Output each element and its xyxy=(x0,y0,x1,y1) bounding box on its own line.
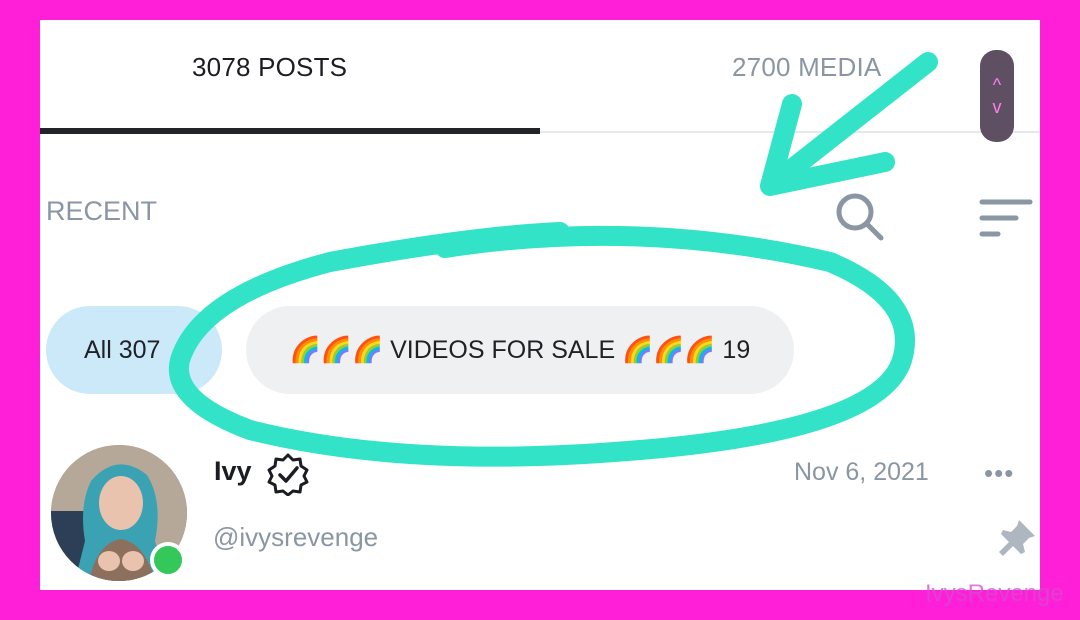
tab-media[interactable]: 2700 MEDIA xyxy=(732,52,881,83)
online-status-indicator xyxy=(150,542,186,578)
filter-chip-videos-for-sale-label: 🌈🌈🌈 VIDEOS FOR SALE 🌈🌈🌈 19 xyxy=(289,335,751,364)
watermark: IvysRevenge xyxy=(925,580,1064,607)
filter-chip-videos-for-sale[interactable]: 🌈🌈🌈 VIDEOS FOR SALE 🌈🌈🌈 19 xyxy=(246,306,794,394)
scrollbar-handle[interactable]: ^ v xyxy=(980,50,1014,142)
profile-feed-panel: 3078 POSTS 2700 MEDIA RECENT All 307 🌈🌈🌈… xyxy=(40,20,1040,590)
scroll-up-arrow: ^ xyxy=(992,75,1002,95)
scroll-down-arrow: v xyxy=(992,97,1002,117)
profile-tabs: 3078 POSTS 2700 MEDIA xyxy=(40,20,1040,134)
filter-chip-all[interactable]: All 307 xyxy=(46,306,222,394)
more-options-button[interactable]: ••• xyxy=(984,458,1014,489)
verified-badge-icon xyxy=(267,453,309,496)
sort-icon[interactable] xyxy=(978,196,1034,240)
tab-posts[interactable]: 3078 POSTS xyxy=(192,52,347,83)
pin-icon xyxy=(999,520,1035,556)
screenshot-frame: 3078 POSTS 2700 MEDIA RECENT All 307 🌈🌈🌈… xyxy=(0,0,1080,620)
filter-chip-all-label: All 307 xyxy=(84,335,161,364)
search-icon[interactable] xyxy=(833,190,889,246)
sort-order-label[interactable]: RECENT xyxy=(46,196,157,227)
post-date: Nov 6, 2021 xyxy=(794,458,929,486)
author-name[interactable]: Ivy xyxy=(214,456,252,487)
author-handle[interactable]: @ivysrevenge xyxy=(213,522,378,553)
active-tab-indicator xyxy=(40,128,540,134)
